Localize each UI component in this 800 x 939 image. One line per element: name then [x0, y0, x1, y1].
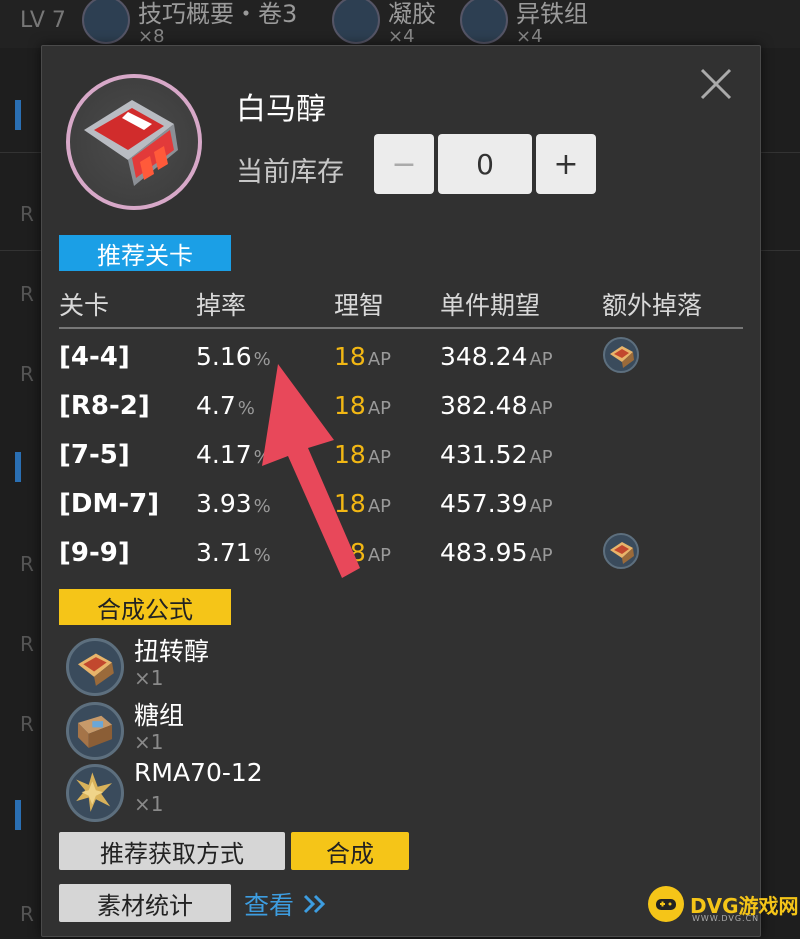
bg-item-3[interactable]: 异铁组 ×4 — [460, 0, 588, 46]
drop-rate: 3.71% — [196, 538, 271, 567]
formula-tag: 合成公式 — [59, 589, 231, 625]
bg-row-label: R — [20, 202, 34, 226]
bg-section-marker — [15, 800, 21, 830]
stage-code[interactable]: [R8-2] — [59, 391, 150, 421]
item-avatar — [66, 74, 202, 210]
sugar-pack-icon — [66, 702, 124, 760]
extra-drop-icon[interactable] — [602, 336, 640, 374]
ingredient-name: RMA70-12 — [134, 758, 263, 787]
decrease-button[interactable]: − — [374, 134, 434, 194]
ingredient-name: 扭转醇 — [134, 637, 210, 666]
bg-item-count: ×8 — [138, 26, 165, 47]
stock-value[interactable]: 0 — [438, 134, 532, 194]
item-detail-dialog: 白马醇 当前库存 − 0 + 推荐关卡 关卡 掉率 理智 单件期望 额外掉落 [… — [41, 45, 761, 937]
material-stats-button[interactable]: 素材统计 — [59, 884, 231, 922]
expected-cost: 382.48 AP — [440, 391, 553, 420]
recommended-stages-tag: 推荐关卡 — [59, 235, 231, 271]
gel-icon — [332, 0, 380, 44]
increase-button[interactable]: + — [536, 134, 596, 194]
column-header-extra-drop: 额外掉落 — [602, 291, 703, 320]
rma70-12-icon — [66, 764, 124, 822]
view-link[interactable]: 查看 — [244, 886, 328, 922]
watermark: DVG游戏网 WWW.DVG.CN — [648, 886, 799, 923]
bg-item-name: 技巧概要・卷3 — [138, 0, 298, 28]
stage-code[interactable]: [4-4] — [59, 342, 130, 372]
column-header-expectation: 单件期望 — [440, 291, 541, 320]
bg-row-label: R — [20, 902, 34, 926]
bg-row-label: R — [20, 282, 34, 306]
extra-drop-icon[interactable] — [602, 532, 640, 570]
ingredient-item[interactable]: 扭转醇 ×1 — [66, 636, 566, 696]
close-button[interactable] — [696, 64, 736, 104]
sanity-cost: 18 AP — [334, 440, 391, 469]
stage-code[interactable]: [7-5] — [59, 440, 130, 470]
bg-row-label: R — [20, 362, 34, 386]
expected-cost: 457.39 AP — [440, 489, 553, 518]
drop-rate: 3.93% — [196, 489, 271, 518]
item-name: 白马醇 — [236, 92, 326, 127]
twisted-alcohol-icon — [66, 638, 124, 696]
column-header-sanity: 理智 — [334, 291, 385, 320]
column-header-drop-rate: 掉率 — [196, 291, 247, 320]
expected-cost: 483.95 AP — [440, 538, 553, 567]
bg-item-name: 异铁组 — [516, 0, 588, 28]
stage-row[interactable]: [R8-2] 4.7% 18 AP 382.48 AP — [42, 391, 760, 431]
ingredient-name: 糖组 — [134, 701, 185, 730]
craft-button[interactable]: 合成 — [291, 832, 409, 870]
double-chevron-right-icon — [303, 894, 326, 914]
iron-group-icon — [460, 0, 508, 44]
column-header-stage: 关卡 — [59, 291, 110, 320]
stage-code[interactable]: [9-9] — [59, 538, 130, 568]
stage-code[interactable]: [DM-7] — [59, 489, 159, 519]
bg-section-marker — [15, 452, 21, 482]
drop-rate: 4.17% — [196, 440, 271, 469]
stock-label: 当前库存 — [236, 157, 344, 188]
sanity-cost: 18 AP — [334, 489, 391, 518]
view-link-label: 查看 — [244, 891, 295, 920]
close-icon — [700, 68, 732, 100]
level-label: LV 7 — [20, 8, 66, 33]
recommended-acquire-button[interactable]: 推荐获取方式 — [59, 832, 285, 870]
bg-row-label: R — [20, 632, 34, 656]
watermark-url: WWW.DVG.CN — [692, 914, 760, 923]
bg-item-count: ×4 — [388, 26, 415, 47]
bg-row-label: R — [20, 712, 34, 736]
stage-row[interactable]: [9-9] 3.71% 18 AP 483.95 AP — [42, 533, 760, 578]
expected-cost: 348.24 AP — [440, 342, 553, 371]
ingredient-count: ×1 — [134, 792, 164, 816]
stage-row[interactable]: [4-4] 5.16% 18 AP 348.24 AP — [42, 337, 760, 382]
white-horse-alcohol-icon — [84, 100, 178, 186]
sanity-cost: 18 AP — [334, 391, 391, 420]
ingredient-count: ×1 — [134, 730, 164, 754]
skill-summary-icon — [82, 0, 130, 44]
bg-item-2[interactable]: 凝胶 ×4 — [332, 0, 436, 46]
expected-cost: 431.52 AP — [440, 440, 553, 469]
bg-item-name: 凝胶 — [388, 0, 436, 28]
stage-row[interactable]: [DM-7] 3.93% 18 AP 457.39 AP — [42, 489, 760, 529]
bg-item-count: ×4 — [516, 26, 543, 47]
sanity-cost: 18 AP — [334, 538, 391, 567]
sanity-cost: 18 AP — [334, 342, 391, 371]
ingredient-count: ×1 — [134, 666, 164, 690]
ingredient-item[interactable]: RMA70-12 ×1 — [66, 758, 566, 822]
bg-section-marker — [15, 100, 21, 130]
stage-row[interactable]: [7-5] 4.17% 18 AP 431.52 AP — [42, 440, 760, 480]
drop-rate: 4.7% — [196, 391, 255, 420]
drop-rate: 5.16% — [196, 342, 271, 371]
bg-item-1[interactable]: 技巧概要・卷3 ×8 — [82, 0, 297, 46]
bg-row-label: R — [20, 552, 34, 576]
ingredient-item[interactable]: 糖组 ×1 — [66, 700, 566, 760]
gamepad-icon — [648, 886, 684, 922]
quantity-stepper: − 0 + — [374, 134, 596, 194]
table-header-divider — [59, 327, 743, 329]
